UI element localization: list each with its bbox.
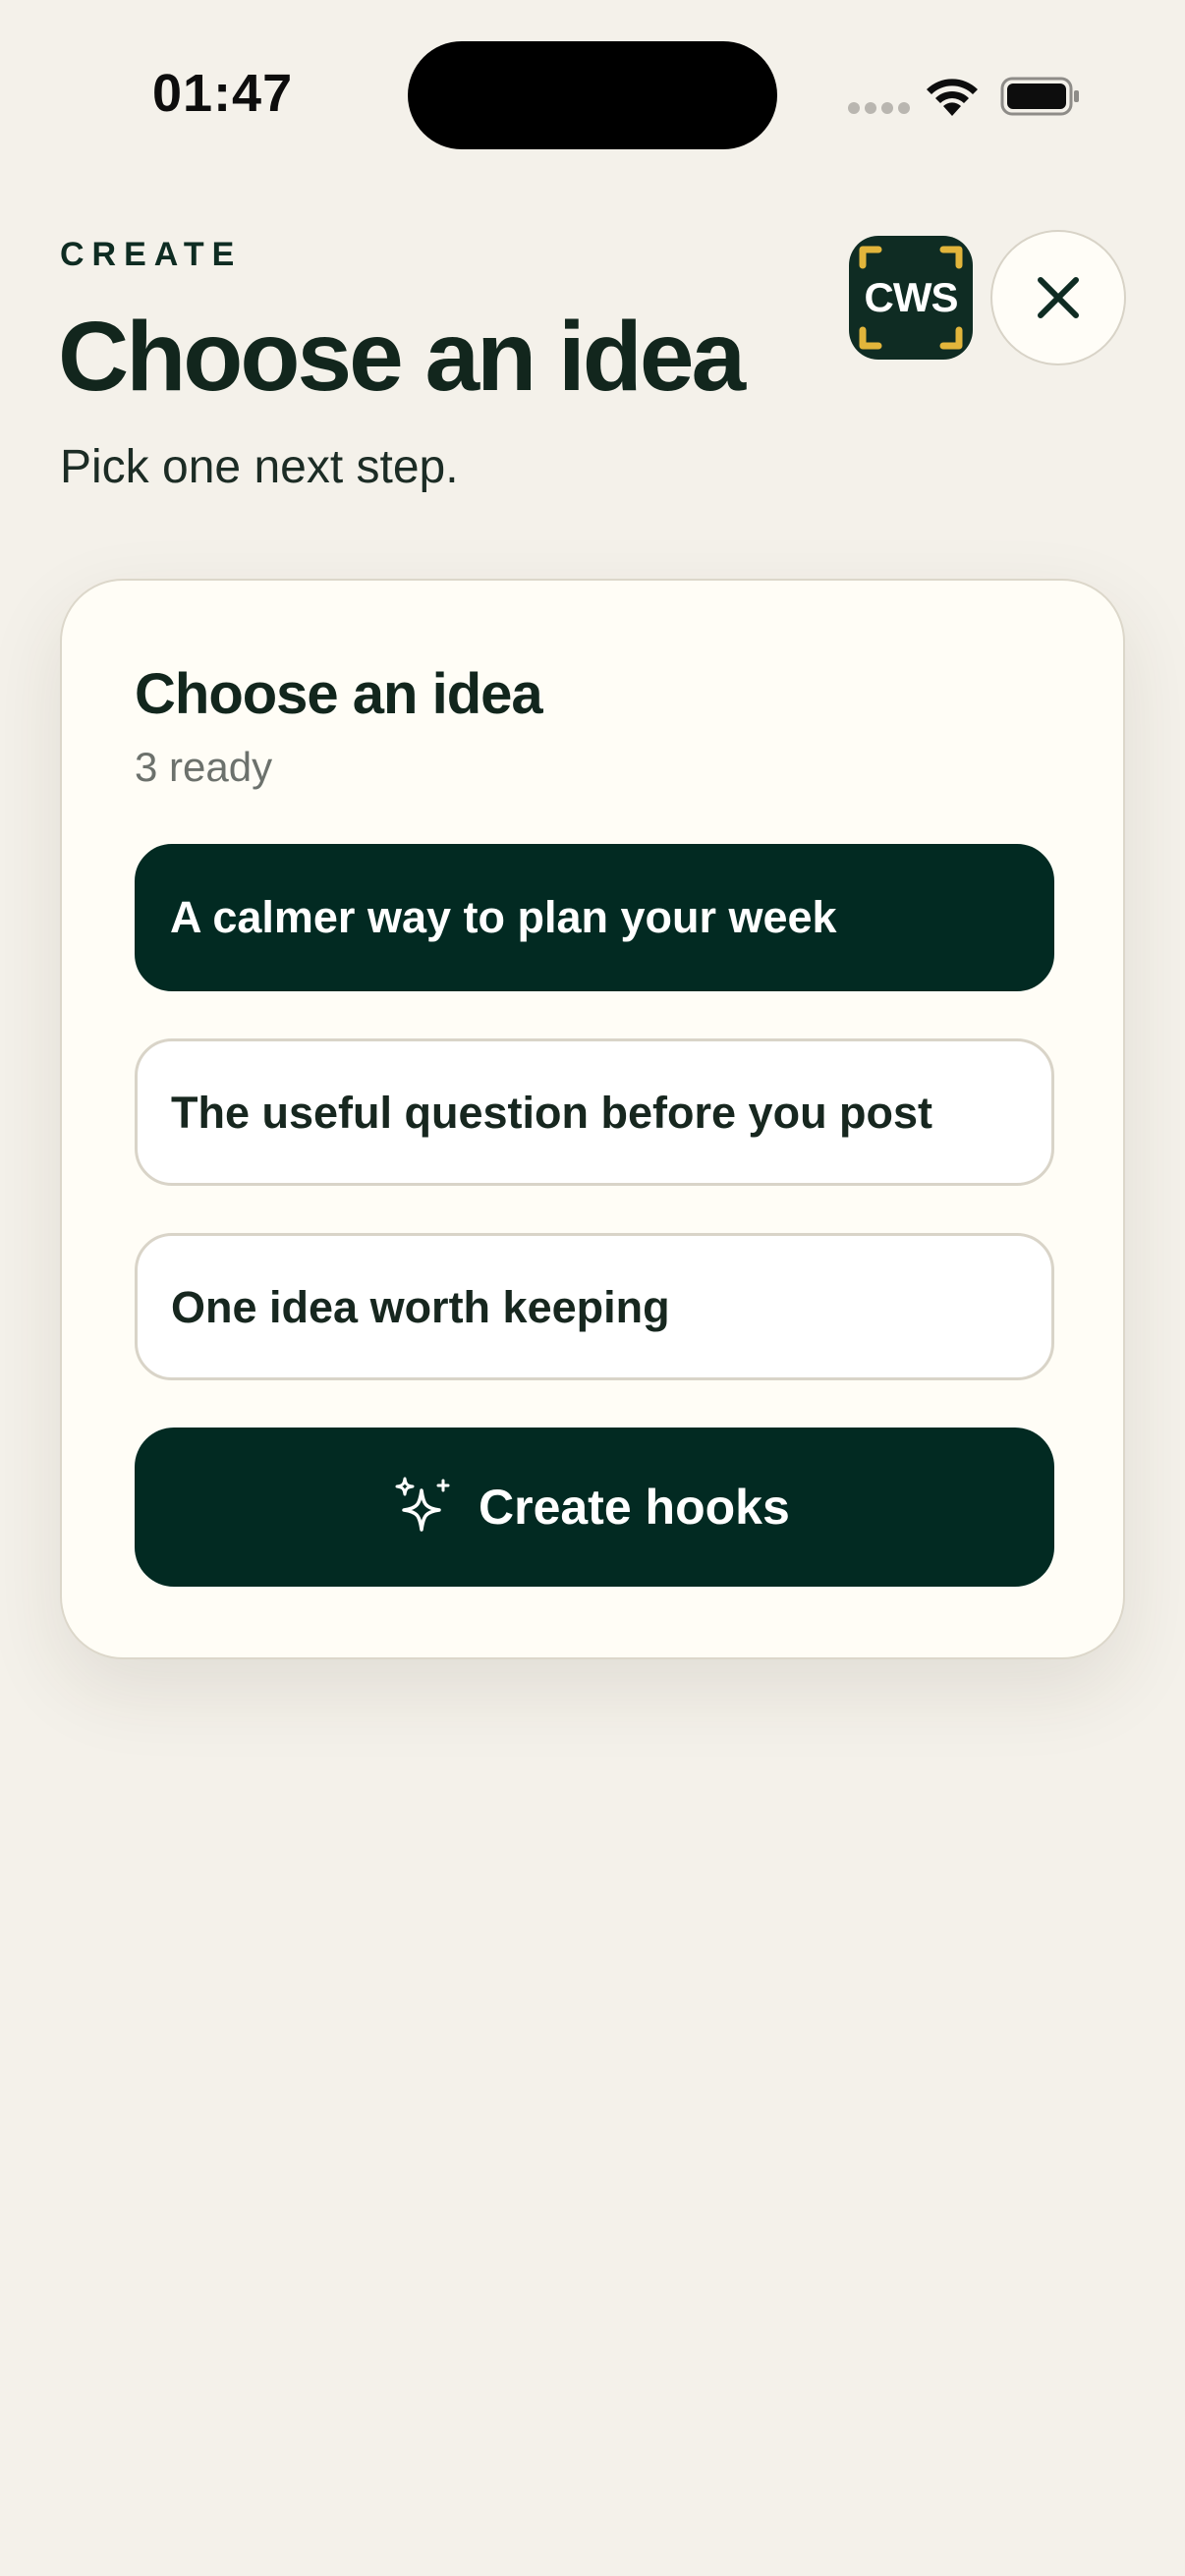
create-hooks-label: Create hooks	[479, 1480, 790, 1535]
close-button[interactable]	[990, 230, 1126, 365]
wifi-icon	[927, 79, 978, 116]
idea-option[interactable]: One idea worth keeping	[135, 1233, 1054, 1380]
idea-option-selected[interactable]: A calmer way to plan your week	[135, 844, 1054, 991]
idea-option[interactable]: The useful question before you post	[135, 1038, 1054, 1186]
status-bar: 01:47	[0, 0, 1185, 187]
card-title: Choose an idea	[135, 662, 543, 726]
idea-option-label: The useful question before you post	[171, 1088, 933, 1138]
dynamic-island	[408, 41, 777, 149]
idea-picker-card: Choose an idea 3 ready A calmer way to p…	[60, 579, 1125, 1659]
logo-text: CWS	[864, 274, 959, 320]
battery-icon	[1000, 77, 1079, 116]
idea-option-label: One idea worth keeping	[171, 1282, 670, 1332]
app-logo: CWS	[849, 236, 973, 360]
create-hooks-button[interactable]: Create hooks	[135, 1428, 1054, 1587]
close-icon	[1038, 277, 1079, 318]
status-time: 01:47	[152, 64, 294, 123]
page-subtitle: Pick one next step.	[60, 441, 459, 493]
ready-count: 3 ready	[135, 744, 273, 790]
page-title: Choose an idea	[58, 302, 746, 412]
cellular-signal-icon	[848, 102, 910, 116]
sparkle-icon	[395, 1477, 450, 1532]
section-eyebrow: CREATE	[60, 236, 243, 273]
idea-option-label: A calmer way to plan your week	[170, 892, 837, 942]
